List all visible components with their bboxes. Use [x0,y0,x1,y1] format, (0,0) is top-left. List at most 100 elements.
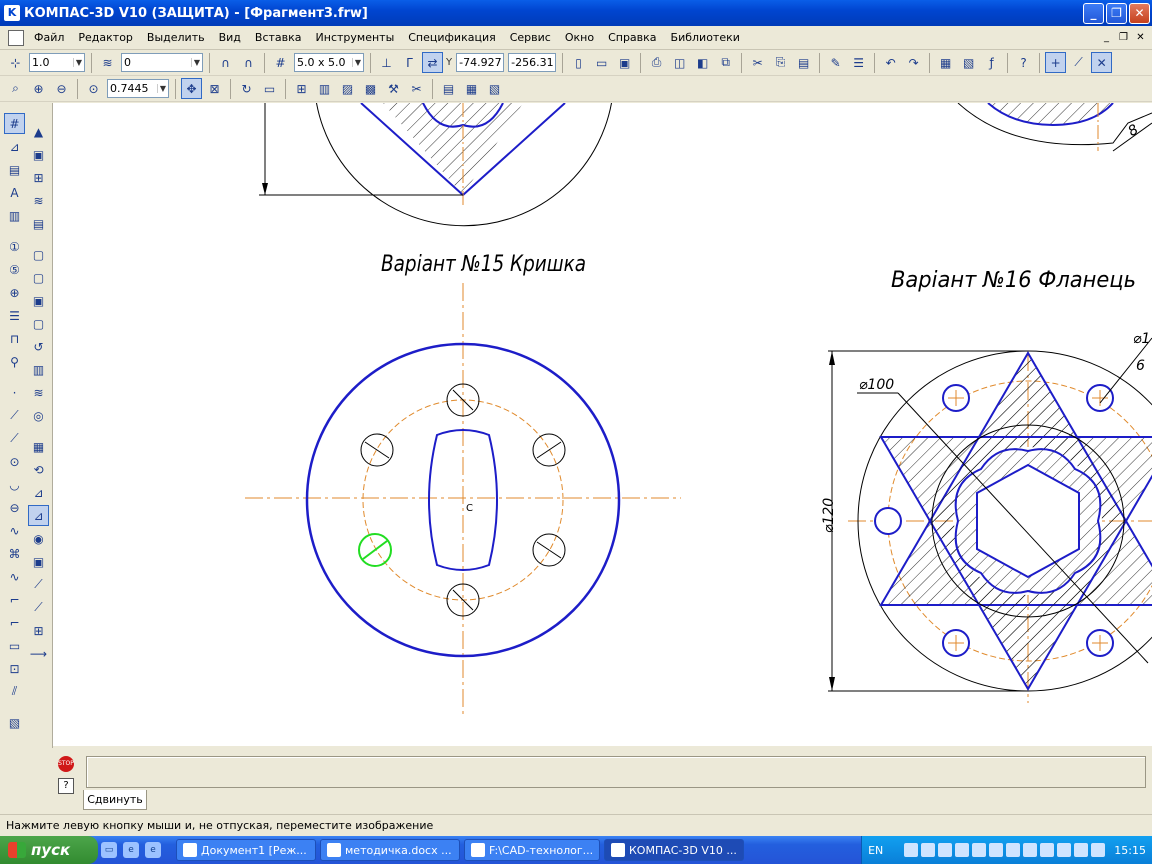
quicklaunch-desktop-icon[interactable]: ▭ [101,842,117,858]
copy-icon[interactable]: ⎘ [770,52,791,73]
menu-item-7[interactable]: Сервис [503,31,558,44]
new-file-icon[interactable]: ▯ [568,52,589,73]
left-a-tool-icon-26[interactable]: ⫽ [4,681,25,702]
zoom-field[interactable]: 0.7445 ▼ [107,79,169,98]
local-cs-icon[interactable]: ⊥ [376,52,397,73]
left-a-tool-icon-17[interactable]: ◡ [4,474,25,495]
left-b-tool-icon-1[interactable]: ▲ [28,121,49,142]
left-a-tool-icon-3[interactable]: A [4,182,25,203]
minimize-button[interactable]: _ [1083,2,1104,24]
left-a-tool-icon-24[interactable]: ▭ [4,635,25,656]
format-brush-icon[interactable]: ✎ [825,52,846,73]
doc-close-button[interactable]: ✕ [1133,30,1148,45]
left-b-tool-icon-18[interactable]: ⊿ [28,482,49,503]
left-b-tool-icon-5[interactable]: ▤ [28,213,49,234]
line-scale-field[interactable]: 1.0 ▼ [29,53,85,72]
layer-icon[interactable]: ≋ [97,52,118,73]
menu-item-3[interactable]: Вид [212,31,248,44]
snap-intersect-icon[interactable]: ✕ [1091,52,1113,73]
arrange-icon[interactable]: ⧉ [715,52,736,73]
left-a-tool-icon-10[interactable]: ⊓ [4,328,25,349]
tray-icon-10[interactable] [1057,843,1072,857]
tray-icon-2[interactable] [921,843,936,857]
properties-input-strip[interactable] [86,756,1146,788]
menu-item-4[interactable]: Вставка [248,31,309,44]
left-a-tool-icon-18[interactable]: ⊖ [4,497,25,518]
menu-item-2[interactable]: Выделить [140,31,212,44]
zoom-in-icon[interactable]: ⊕ [28,78,49,99]
left-b-tool-icon-25[interactable]: ⟶ [28,643,49,664]
left-b-tool-icon-16[interactable]: ▦ [28,436,49,457]
view-panel-icon[interactable]: ▭ [259,78,280,99]
cut-icon[interactable]: ✂ [747,52,768,73]
tray-icon-7[interactable] [1006,843,1021,857]
left-b-tool-icon-3[interactable]: ⊞ [28,167,49,188]
pan-icon[interactable]: ✥ [181,78,202,99]
left-b-tool-icon-22[interactable]: ⟋ [28,574,49,595]
layers-manager-icon[interactable]: ▤ [438,78,459,99]
variables-icon[interactable]: ▧ [958,52,979,73]
left-b-tool-icon-17[interactable]: ⟲ [28,459,49,480]
tab-shift[interactable]: Сдвинуть [83,790,147,810]
left-b-tool-icon-13[interactable]: ≋ [28,382,49,403]
left-b-tool-icon-8[interactable]: ▢ [28,267,49,288]
menu-item-0[interactable]: Файл [27,31,71,44]
tray-icon-3[interactable] [938,843,953,857]
left-a-tool-icon-2[interactable]: ▤ [4,159,25,180]
left-a-tool-icon-16[interactable]: ⊙ [4,451,25,472]
left-a-tool-icon-19[interactable]: ∿ [4,520,25,541]
ortho-icon[interactable]: Γ [399,52,420,73]
taskbar-task-1[interactable]: методичка.docx ... [320,839,460,861]
tray-icon-8[interactable] [1023,843,1038,857]
document-icon[interactable] [8,29,24,46]
stop-icon[interactable]: STOP [58,756,74,772]
paste-icon[interactable]: ▤ [793,52,814,73]
left-b-tool-icon-7[interactable]: ▢ [28,244,49,265]
doc-minimize-button[interactable]: _ [1099,30,1114,45]
snap-node-icon[interactable]: ⊹ [5,52,26,73]
grid-step-field[interactable]: 5.0 x 5.0 ▼ [294,53,364,72]
snap-point-icon[interactable]: + [1045,52,1067,73]
layer-field[interactable]: 0 ▼ [121,53,203,72]
left-a-tool-icon-0[interactable]: # [4,113,25,134]
coord-y-field[interactable]: -256.31 [508,53,557,72]
menu-item-9[interactable]: Справка [601,31,663,44]
layers-view-icon[interactable]: ▦ [461,78,482,99]
tray-icon-4[interactable] [955,843,970,857]
preview-icon[interactable]: ◫ [669,52,690,73]
left-a-tool-icon-6[interactable]: ① [4,236,25,257]
tray-icon-5[interactable] [972,843,987,857]
snap-line-icon[interactable]: ⟋ [1068,52,1089,73]
language-indicator[interactable]: EN [868,844,883,857]
left-a-tool-icon-9[interactable]: ☰ [4,305,25,326]
zoom-window-icon[interactable]: ⌕ [5,78,26,99]
left-a-tool-icon-22[interactable]: ⌐ [4,589,25,610]
undo-icon[interactable]: ↶ [880,52,901,73]
left-b-tool-icon-2[interactable]: ▣ [28,144,49,165]
tray-icon-9[interactable] [1040,843,1055,857]
menu-item-6[interactable]: Спецификация [401,31,502,44]
left-b-tool-icon-21[interactable]: ▣ [28,551,49,572]
function-icon[interactable]: ƒ [981,52,1002,73]
grid-icon[interactable]: # [270,52,291,73]
print-preview-icon[interactable]: ◧ [692,52,713,73]
left-a-tool-icon-15[interactable]: ⟋ [4,428,25,449]
context-help-icon[interactable]: ? [1013,52,1034,73]
print-icon[interactable]: ⎙ [646,52,667,73]
quicklaunch-browser-icon[interactable]: e [145,842,161,858]
refresh-icon[interactable]: ↻ [236,78,257,99]
redo-icon[interactable]: ↷ [903,52,924,73]
left-a-tool-icon-4[interactable]: ▥ [4,205,25,226]
left-a-tool-icon-8[interactable]: ⊕ [4,282,25,303]
show-all-icon[interactable]: ⊠ [204,78,225,99]
library-icon[interactable]: ▥ [314,78,335,99]
help-icon[interactable]: ? [58,778,74,794]
drawing-canvas[interactable]: 8 Варіант №15 Кришка C Варіант №16 Флане… [53,103,1152,746]
left-b-tool-icon-20[interactable]: ◉ [28,528,49,549]
properties-icon[interactable]: ☰ [848,52,869,73]
left-a-tool-icon-1[interactable]: ⊿ [4,136,25,157]
save-icon[interactable]: ▣ [614,52,635,73]
tray-icon-1[interactable] [904,843,919,857]
left-b-tool-icon-23[interactable]: ⟋ [28,597,49,618]
round-coords-icon[interactable]: ⇄ [422,52,443,73]
